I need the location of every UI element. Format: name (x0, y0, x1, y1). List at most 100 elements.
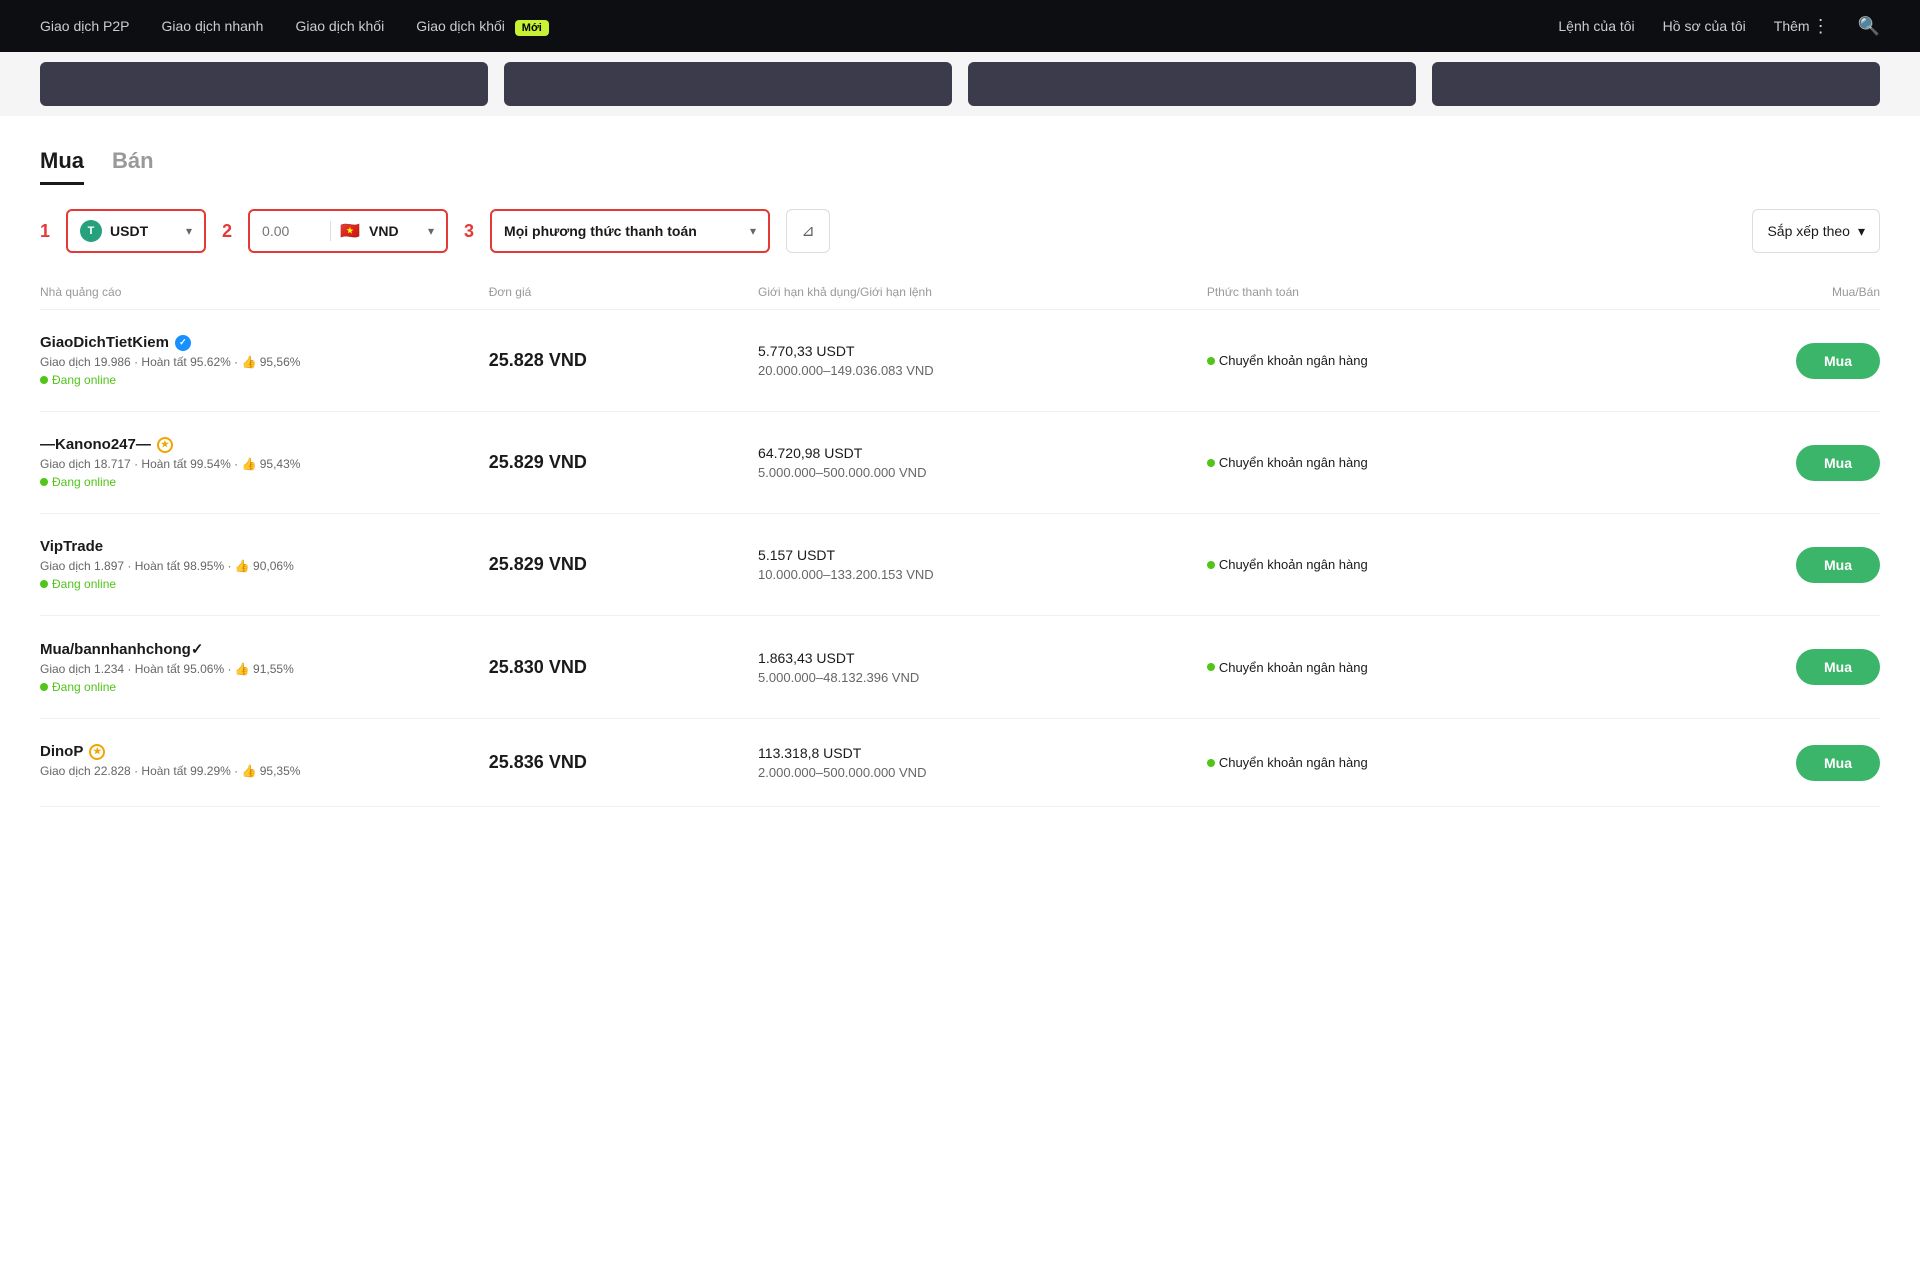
filter-icon: ⊿ (801, 221, 814, 241)
tab-sell[interactable]: Bán (112, 148, 154, 185)
trader-stats: Giao dịch 22.828 · Hoàn tất 99.29% · 👍 9… (40, 764, 489, 778)
filter-row: 1 T USDT ▾ 2 🇻🇳 VND ▾ 3 Mọi phương thức … (40, 209, 1880, 253)
vnd-flag-icon: 🇻🇳 (339, 223, 361, 239)
action-col: Mua (1656, 745, 1880, 781)
payment-selector[interactable]: Mọi phương thức thanh toán ▾ (490, 209, 770, 253)
verified-icon: ✓ (175, 335, 191, 351)
limit-range: 20.000.000–149.036.083 VND (758, 363, 1207, 378)
nav-p2p[interactable]: Giao dịch P2P (40, 18, 130, 34)
main-content: Mua Bán 1 T USDT ▾ 2 🇻🇳 VND ▾ 3 Mọi phươ… (0, 116, 1920, 847)
usdt-icon: T (80, 220, 102, 242)
buy-button[interactable]: Mua (1796, 745, 1880, 781)
online-dot (40, 376, 48, 384)
trader-name: VipTrade (40, 538, 489, 555)
new-badge: Mới (515, 20, 549, 36)
trader-col: Mua/bannhanhchong✓ Giao dịch 1.234 · Hoà… (40, 640, 489, 694)
payment-chevron-icon: ▾ (750, 224, 756, 238)
coin-selector[interactable]: T USDT ▾ (66, 209, 206, 253)
sort-selector[interactable]: Sắp xếp theo ▾ (1752, 209, 1880, 253)
table-row: Mua/bannhanhchong✓ Giao dịch 1.234 · Hoà… (40, 616, 1880, 719)
price-col: 25.830 VND (489, 657, 758, 678)
payment-col: Chuyển khoản ngân hàng (1207, 455, 1656, 470)
nav-orders[interactable]: Lệnh của tôi (1558, 18, 1634, 34)
nav-block[interactable]: Giao dịch khối (295, 18, 384, 34)
limit-range: 5.000.000–500.000.000 VND (758, 465, 1207, 480)
search-icon[interactable]: 🔍 (1858, 16, 1880, 37)
limit-amount: 113.318,8 USDT (758, 745, 1207, 761)
limit-amount: 5.770,33 USDT (758, 343, 1207, 359)
filter-icon-button[interactable]: ⊿ (786, 209, 830, 253)
table-body: GiaoDichTietKiem ✓ Giao dịch 19.986 · Ho… (40, 310, 1880, 807)
sort-label: Sắp xếp theo (1767, 223, 1850, 239)
limit-col: 5.157 USDT 10.000.000–133.200.153 VND (758, 547, 1207, 582)
limit-col: 1.863,43 USDT 5.000.000–48.132.396 VND (758, 650, 1207, 685)
filter-label-2: 2 (222, 221, 232, 242)
price-col: 25.829 VND (489, 452, 758, 473)
limit-col: 64.720,98 USDT 5.000.000–500.000.000 VND (758, 445, 1207, 480)
payment-dot-icon (1207, 459, 1215, 467)
payment-dot-icon (1207, 357, 1215, 365)
amount-currency-selector[interactable]: 🇻🇳 VND ▾ (248, 209, 448, 253)
trader-name: Mua/bannhanhchong✓ (40, 640, 489, 658)
filter-label-1: 1 (40, 221, 50, 242)
nav-quick[interactable]: Giao dịch nhanh (162, 18, 264, 34)
nav-new[interactable]: Giao dịch khối Mới (416, 18, 549, 34)
th-action: Mua/Bán (1656, 285, 1880, 299)
nav-profile[interactable]: Hồ sơ của tôi (1663, 18, 1746, 34)
buy-button[interactable]: Mua (1796, 547, 1880, 583)
trader-stats: Giao dịch 1.897 · Hoàn tất 98.95% · 👍 90… (40, 559, 489, 573)
trader-name: —Kanono247— ★ (40, 436, 489, 453)
limit-range: 2.000.000–500.000.000 VND (758, 765, 1207, 780)
star-icon: ★ (89, 744, 105, 760)
nav-more[interactable]: Thêm ⋮ (1774, 16, 1830, 37)
banner-4 (1432, 62, 1880, 106)
amount-input[interactable] (262, 223, 322, 239)
price-col: 25.829 VND (489, 554, 758, 575)
th-payment: Pthức thanh toán (1207, 285, 1656, 299)
buy-button[interactable]: Mua (1796, 649, 1880, 685)
table-row: VipTrade Giao dịch 1.897 · Hoàn tất 98.9… (40, 514, 1880, 616)
limit-amount: 5.157 USDT (758, 547, 1207, 563)
payment-dot-icon (1207, 759, 1215, 767)
trader-col: —Kanono247— ★ Giao dịch 18.717 · Hoàn tấ… (40, 436, 489, 489)
trader-col: GiaoDichTietKiem ✓ Giao dịch 19.986 · Ho… (40, 334, 489, 387)
trader-col: DinoP ★ Giao dịch 22.828 · Hoàn tất 99.2… (40, 743, 489, 782)
payment-col: Chuyển khoản ngân hàng (1207, 557, 1656, 572)
buy-button[interactable]: Mua (1796, 343, 1880, 379)
currency-label: VND (369, 223, 420, 239)
online-status: Đang online (40, 475, 489, 489)
limit-amount: 64.720,98 USDT (758, 445, 1207, 461)
th-advertiser: Nhà quảng cáo (40, 285, 489, 299)
table-row: GiaoDichTietKiem ✓ Giao dịch 19.986 · Ho… (40, 310, 1880, 412)
action-col: Mua (1656, 649, 1880, 685)
star-icon: ★ (157, 437, 173, 453)
table-header: Nhà quảng cáo Đơn giá Giới hạn khả dụng/… (40, 285, 1880, 310)
limit-range: 5.000.000–48.132.396 VND (758, 670, 1207, 685)
tab-bar: Mua Bán (40, 148, 1880, 185)
payment-col: Chuyển khoản ngân hàng (1207, 660, 1656, 675)
payment-col: Chuyển khoản ngân hàng (1207, 353, 1656, 368)
payment-col: Chuyển khoản ngân hàng (1207, 755, 1656, 770)
sort-chevron-icon: ▾ (1858, 223, 1865, 240)
buy-button[interactable]: Mua (1796, 445, 1880, 481)
table-row: DinoP ★ Giao dịch 22.828 · Hoàn tất 99.2… (40, 719, 1880, 807)
limit-amount: 1.863,43 USDT (758, 650, 1207, 666)
banner-1 (40, 62, 488, 106)
payment-label: Mọi phương thức thanh toán (504, 223, 742, 239)
online-status: Đang online (40, 577, 489, 591)
online-dot (40, 478, 48, 486)
limit-col: 5.770,33 USDT 20.000.000–149.036.083 VND (758, 343, 1207, 378)
coin-label: USDT (110, 223, 178, 239)
price-col: 25.836 VND (489, 752, 758, 773)
trader-name: DinoP ★ (40, 743, 489, 760)
banner-3 (968, 62, 1416, 106)
banner-row (0, 52, 1920, 116)
tab-buy[interactable]: Mua (40, 148, 84, 185)
limit-range: 10.000.000–133.200.153 VND (758, 567, 1207, 582)
trader-col: VipTrade Giao dịch 1.897 · Hoàn tất 98.9… (40, 538, 489, 591)
navbar-left: Giao dịch P2P Giao dịch nhanh Giao dịch … (40, 18, 549, 34)
online-dot (40, 580, 48, 588)
price-col: 25.828 VND (489, 350, 758, 371)
online-dot (40, 683, 48, 691)
trader-stats: Giao dịch 18.717 · Hoàn tất 99.54% · 👍 9… (40, 457, 489, 471)
